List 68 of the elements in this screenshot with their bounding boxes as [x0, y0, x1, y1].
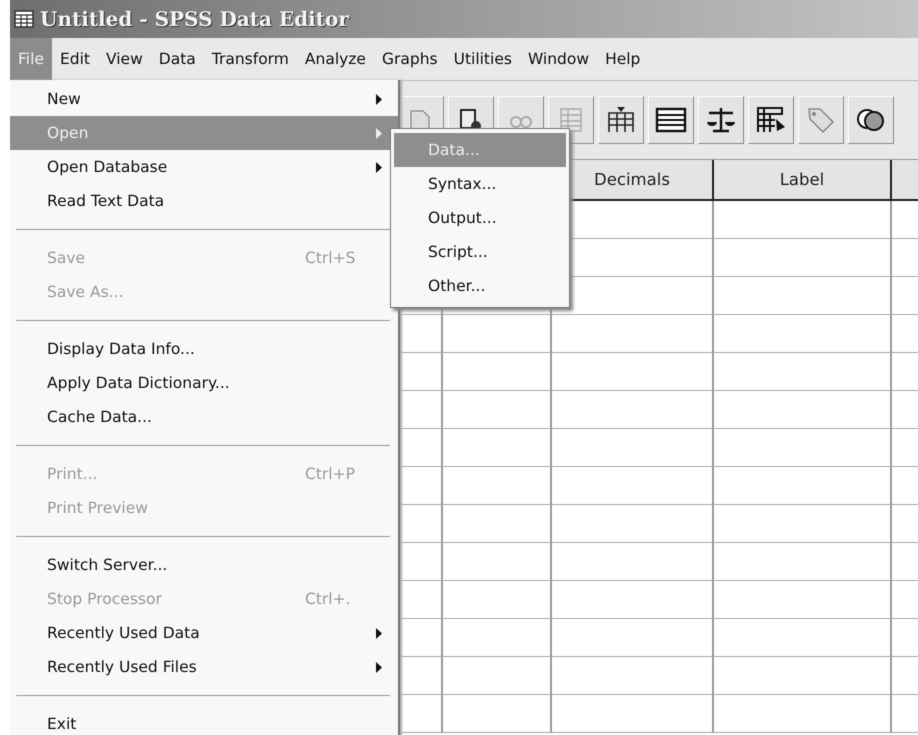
grid-cell[interactable]: [443, 429, 552, 467]
menu-item[interactable]: Window: [520, 38, 598, 80]
grid-cell[interactable]: [714, 391, 892, 429]
menu-item[interactable]: Apply Data Dictionary...: [10, 366, 398, 400]
toolbar-button[interactable]: [848, 96, 894, 144]
grid-cell[interactable]: [552, 657, 714, 695]
grid-cell[interactable]: [714, 315, 892, 353]
menu-item[interactable]: Edit: [52, 38, 98, 80]
menu-item[interactable]: Cache Data...: [10, 400, 398, 434]
menu-item[interactable]: Script...: [394, 235, 566, 269]
menu-item[interactable]: Other...: [394, 269, 566, 303]
grid-cell[interactable]: [714, 201, 892, 239]
grid-cell[interactable]: [714, 505, 892, 543]
scale-icon: [705, 105, 737, 135]
menu-item[interactable]: New: [10, 82, 398, 116]
menu-item[interactable]: Recently Used Files: [10, 650, 398, 684]
menu-item[interactable]: View: [98, 38, 151, 80]
grid-cell[interactable]: [443, 467, 552, 505]
grid-cell[interactable]: [714, 239, 892, 277]
grid-cell[interactable]: [552, 467, 714, 505]
grid-cursor-icon: [755, 105, 787, 135]
insert-column-icon: [606, 105, 636, 135]
grid-cell[interactable]: [443, 657, 552, 695]
menu-item[interactable]: Switch Server...: [10, 548, 398, 582]
grid-cell[interactable]: [552, 505, 714, 543]
grid-cell[interactable]: [552, 581, 714, 619]
grid-cell[interactable]: [443, 505, 552, 543]
menu-item[interactable]: Help: [597, 38, 648, 80]
menu-item[interactable]: Recently Used Data: [10, 616, 398, 650]
grid-cell[interactable]: [443, 581, 552, 619]
grid-cell[interactable]: [714, 277, 892, 315]
grid-cell[interactable]: [443, 543, 552, 581]
toolbar-button[interactable]: [698, 96, 744, 144]
grid-cell[interactable]: [714, 467, 892, 505]
menu-item[interactable]: Utilities: [446, 38, 520, 80]
spreadsheet-icon: [14, 10, 34, 28]
grid-cell[interactable]: [714, 353, 892, 391]
toolbar-button[interactable]: [648, 96, 694, 144]
grid-cell[interactable]: [552, 695, 714, 733]
grid-cell[interactable]: [552, 391, 714, 429]
menu-item[interactable]: Transform: [204, 38, 297, 80]
menu-item[interactable]: Exit: [10, 707, 398, 735]
grid-cell[interactable]: [714, 695, 892, 733]
grid-cell[interactable]: [714, 619, 892, 657]
menu-item[interactable]: Data: [150, 38, 204, 80]
grid-cell[interactable]: [443, 695, 552, 733]
table-icon: [655, 106, 687, 134]
grid-cell[interactable]: [443, 353, 552, 391]
grid-cell[interactable]: [714, 543, 892, 581]
menu-item[interactable]: Analyze: [296, 38, 374, 80]
menu-item[interactable]: Output...: [394, 201, 566, 235]
toolbar-button[interactable]: [598, 96, 644, 144]
grid-cell[interactable]: [714, 429, 892, 467]
toolbar-button[interactable]: [748, 96, 794, 144]
menu-item[interactable]: Graphs: [374, 38, 446, 80]
grid-cell[interactable]: [552, 619, 714, 657]
menu-item[interactable]: Display Data Info...: [10, 332, 398, 366]
grid-cell[interactable]: [714, 581, 892, 619]
grid-cell[interactable]: [552, 315, 714, 353]
window-title: Untitled - SPSS Data Editor: [40, 7, 349, 31]
column-header[interactable]: Label: [714, 160, 892, 201]
grid-cell[interactable]: [714, 657, 892, 695]
grid-cell[interactable]: [443, 619, 552, 657]
grid-cell[interactable]: [443, 315, 552, 353]
grid-cell[interactable]: [552, 429, 714, 467]
grid-cell[interactable]: [552, 353, 714, 391]
grid-cell[interactable]: [443, 391, 552, 429]
grid-cell[interactable]: [552, 543, 714, 581]
